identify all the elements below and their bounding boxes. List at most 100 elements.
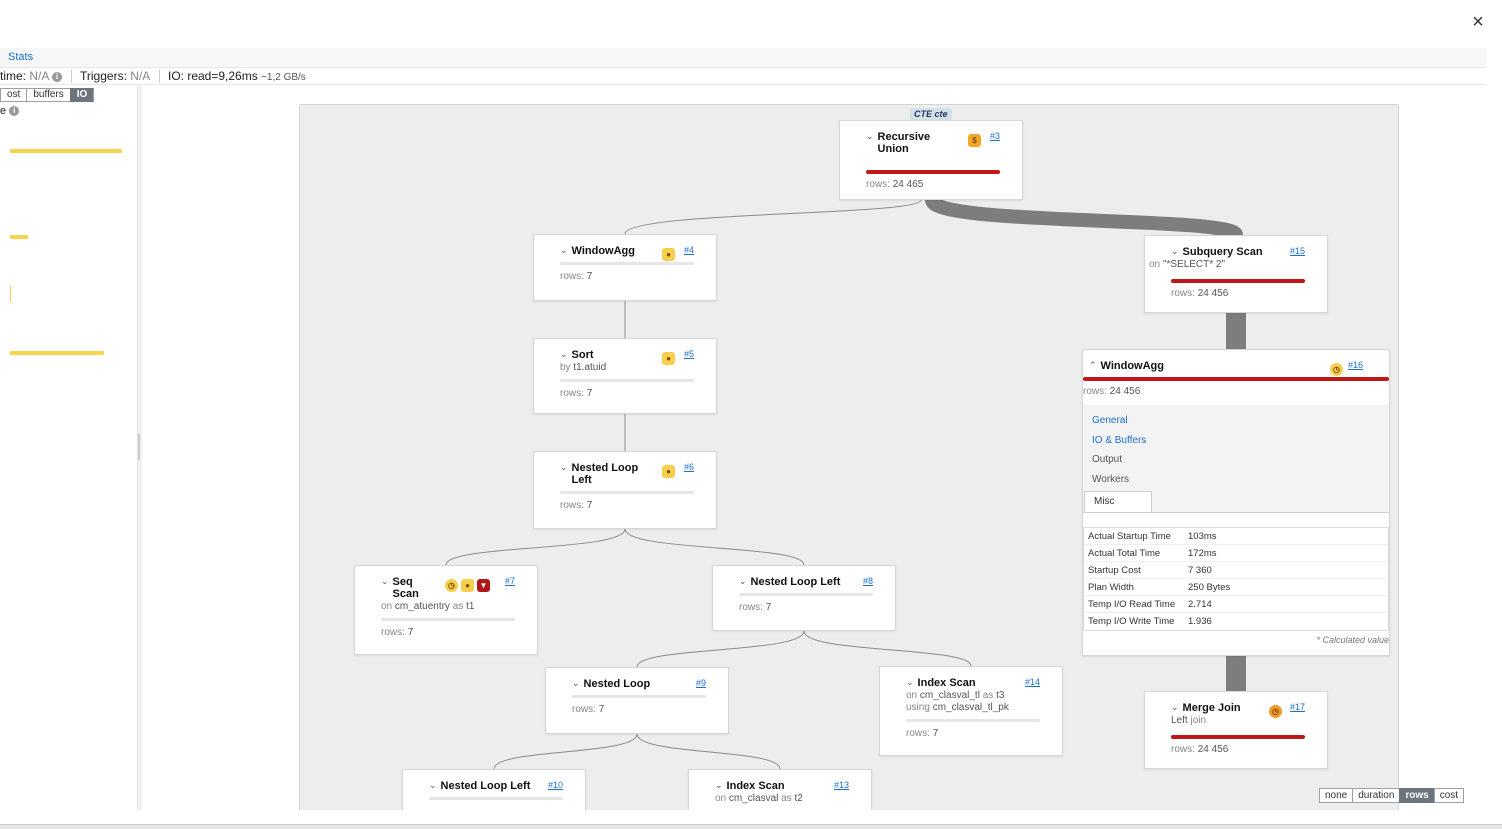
node-id-link[interactable]: #13: [834, 780, 849, 790]
node-color-toggle: none duration rows cost: [1319, 788, 1465, 803]
plan-node-merge-join[interactable]: ⌄ Merge Join ◷ #17 Left join rows: 24 456: [1144, 691, 1328, 769]
edge: [445, 528, 626, 566]
chevron-down-icon[interactable]: ⌄: [1171, 246, 1179, 257]
table-row: Actual Total Time 172ms: [1084, 545, 1388, 562]
chevron-down-icon[interactable]: ⌄: [429, 780, 437, 791]
calculated-value-note: * Calculated value: [1316, 634, 1389, 645]
edge: [925, 196, 1243, 242]
edge: [624, 528, 805, 566]
sidebar-metric-bar: [10, 235, 28, 239]
plan-node-nested-loop-left[interactable]: ⌄ Nested Loop Left #10: [402, 769, 586, 810]
rows-bar: [560, 491, 694, 494]
rows-bar-fill: [866, 170, 1000, 174]
node-detail: on cm_clasval_tl as t3: [906, 690, 1005, 701]
rows-bar: [1171, 735, 1305, 739]
node-badges: ●: [662, 465, 675, 478]
rows-label: rows: 7: [560, 271, 593, 282]
triggers-summary: Triggers: N/A: [80, 69, 151, 83]
node-id-link[interactable]: #4: [684, 245, 694, 255]
color-duration-button[interactable]: duration: [1352, 788, 1400, 803]
chevron-down-icon[interactable]: ⌄: [381, 576, 389, 587]
color-none-button[interactable]: none: [1319, 788, 1353, 803]
node-id-link[interactable]: #17: [1290, 702, 1305, 712]
plan-node-sort[interactable]: ⌄ Sort ● #5 by t1.atuid rows: 7: [533, 338, 717, 414]
plan-node-recursive-union[interactable]: ⌄ Recursive Union $ #3 rows: 24 465: [839, 120, 1023, 200]
plan-canvas[interactable]: CTE cte ⌄ Recursive Union $ #3 rows: 24 4…: [142, 86, 1486, 810]
sidebar-metric-bar: [10, 149, 122, 153]
chevron-up-icon[interactable]: ⌃: [1089, 360, 1097, 371]
tab-io-buffers[interactable]: IO & Buffers: [1083, 431, 1389, 451]
chevron-down-icon[interactable]: ⌄: [739, 576, 747, 587]
tab-general[interactable]: General: [1083, 411, 1389, 431]
node-detail-tabs: General IO & Buffers Output Workers Misc: [1083, 405, 1389, 513]
chevron-down-icon[interactable]: ⌄: [715, 780, 723, 791]
plan-node-index-scan[interactable]: ⌄ Index Scan #13 on cm_clasval as t2: [688, 769, 872, 810]
plan-node-nested-loop[interactable]: ⌄ Nested Loop #9 rows: 7: [545, 667, 729, 734]
rows-label: rows: 24 456: [1171, 288, 1229, 299]
chevron-down-icon[interactable]: ⌄: [560, 349, 568, 360]
rows-bar-fill: [1171, 279, 1305, 283]
plan-node-nested-loop-left[interactable]: ⌄ Nested Loop Left #8 rows: 7: [712, 565, 896, 631]
node-detail: on cm_atuentry as t1: [381, 601, 475, 612]
rows-label: rows: 7: [906, 728, 939, 739]
rows-label: rows: 7: [381, 627, 414, 638]
node-id-link[interactable]: #9: [696, 678, 706, 688]
node-id-link[interactable]: #10: [548, 780, 563, 790]
chevron-down-icon[interactable]: ⌄: [906, 677, 914, 688]
chevron-down-icon[interactable]: ⌄: [560, 245, 568, 256]
cost-icon: $: [968, 134, 981, 147]
stats-tab[interactable]: Stats: [8, 51, 33, 63]
node-badges: ●: [662, 352, 675, 365]
plan-sidebar: [0, 86, 137, 810]
divider: [159, 70, 160, 83]
chevron-down-icon[interactable]: ⌄: [572, 678, 580, 689]
node-detail: on cm_clasval as t2: [715, 793, 803, 804]
node-id-link[interactable]: #8: [863, 576, 873, 586]
info-icon[interactable]: i: [9, 106, 20, 117]
plan-node-index-scan[interactable]: ⌄ Index Scan #14 on cm_clasval_tl as t3 u…: [879, 666, 1063, 756]
node-badges: ◷: [1269, 705, 1282, 718]
plan-summary: time: N/A i Triggers: N/A IO: read=9,26m…: [0, 68, 1486, 85]
metric-io-button[interactable]: IO: [69, 88, 95, 102]
tab-misc[interactable]: Misc: [1084, 491, 1152, 512]
sidebar-metric-bar: [10, 286, 11, 302]
tab-output[interactable]: Output: [1083, 450, 1389, 470]
plan-node-seq-scan[interactable]: ⌄ Seq Scan ◷ ● ▼ #7 on cm_atuentry as t1 …: [354, 565, 538, 655]
stats-tab-bar: Stats: [0, 48, 1486, 68]
plan-node-windowagg-expanded[interactable]: ⌃ WindowAgg ◷ #16 rows: 24 456 General IO…: [1082, 349, 1390, 656]
color-rows-button[interactable]: rows: [1399, 788, 1434, 803]
node-id-link[interactable]: #7: [505, 576, 515, 586]
rows-bar: [429, 797, 563, 800]
chevron-down-icon[interactable]: ⌄: [1171, 702, 1179, 713]
node-id-link[interactable]: #3: [990, 131, 1000, 141]
node-badges: ◷ ● ▼: [445, 579, 490, 592]
rows-bar: [560, 379, 694, 382]
node-id-link[interactable]: #16: [1348, 360, 1363, 370]
rows-bar: [906, 719, 1040, 722]
node-id-link[interactable]: #5: [684, 349, 694, 359]
close-icon[interactable]: ×: [1468, 12, 1488, 32]
rows-bar: [572, 695, 706, 698]
info-icon[interactable]: i: [52, 71, 63, 82]
chevron-down-icon[interactable]: ⌄: [560, 462, 568, 473]
plan-node-subquery-scan[interactable]: ⌄ Subquery Scan #15 on "*SELECT* 2" rows:…: [1144, 235, 1328, 313]
tab-workers[interactable]: Workers: [1083, 470, 1389, 490]
color-cost-button[interactable]: cost: [1433, 788, 1465, 803]
memory-icon: ●: [662, 465, 675, 478]
chevron-down-icon[interactable]: ⌄: [866, 131, 874, 142]
rows-bar: [866, 170, 1000, 174]
rows-label: rows: 7: [560, 388, 593, 399]
node-badges: ◷: [1330, 363, 1343, 376]
node-id-link[interactable]: #6: [684, 462, 694, 472]
table-row: Temp I/O Write Time 1.936: [1088, 615, 1212, 627]
rows-label: rows: 7: [572, 704, 605, 715]
metric-buffers-button[interactable]: buffers: [26, 88, 70, 102]
plan-node-nested-loop-left[interactable]: ⌄ Nested Loop Left ● #6 rows: 7: [533, 451, 717, 529]
node-id-link[interactable]: #14: [1025, 677, 1040, 687]
plan-node-windowagg[interactable]: ⌄ WindowAgg ● #4 rows: 7: [533, 234, 717, 301]
rows-bar: [1083, 377, 1389, 381]
resize-handle[interactable]: [138, 434, 140, 460]
sidebar-section-label: e i: [0, 105, 20, 117]
node-id-link[interactable]: #15: [1290, 246, 1305, 256]
metric-cost-button[interactable]: ost: [0, 88, 27, 102]
